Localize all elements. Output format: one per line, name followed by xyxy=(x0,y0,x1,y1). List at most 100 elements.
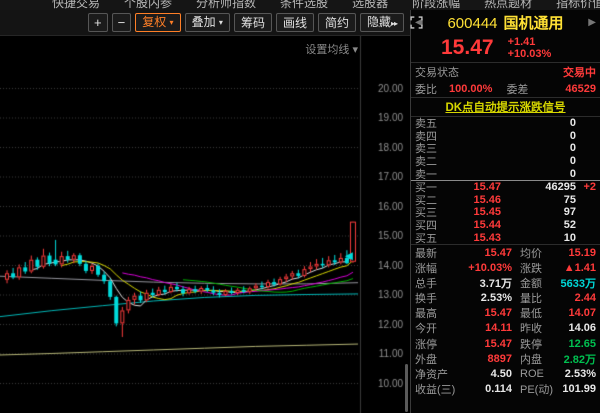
ma-settings-label: 设置均线 xyxy=(305,44,349,56)
menu-item[interactable]: 分析师指数 xyxy=(196,0,256,4)
stat-row: 涨幅+10.03%涨跌▲1.41 xyxy=(411,260,600,275)
chevron-down-icon: ▾ xyxy=(352,44,358,56)
buy3-volume: 97 xyxy=(501,206,576,218)
stat-label: 涨停 xyxy=(415,336,462,352)
trade-status-label: 交易状态 xyxy=(415,64,459,80)
last-price: 15.47 xyxy=(441,36,494,60)
stat-label: 最低 xyxy=(512,305,556,321)
stat-row: 净资产4.50ROE2.53% xyxy=(411,366,600,381)
sell4-volume: 0 xyxy=(501,130,576,142)
expand-icon xyxy=(410,16,423,29)
sell5-volume: 0 xyxy=(501,117,576,129)
buy3-price: 15.45 xyxy=(443,206,501,218)
chart-scrollbar[interactable] xyxy=(405,364,408,412)
stat-label: 收益(三) xyxy=(415,381,462,397)
stat-value: 2.44 xyxy=(556,292,596,304)
buy5-price: 15.43 xyxy=(443,232,501,244)
chart-region: + − 复权 ▾ 叠加 ▾ 筹码 画线 简约 隐藏▸▸ 设置均线 ▾ xyxy=(0,10,410,413)
ma-settings-dropdown[interactable]: 设置均线 ▾ xyxy=(305,41,358,57)
stat-value: 14.06 xyxy=(556,322,596,334)
chart-toolbar: + − 复权 ▾ 叠加 ▾ 筹码 画线 简约 隐藏▸▸ xyxy=(0,10,410,36)
stat-value: 15.47 xyxy=(462,338,512,350)
double-arrow-icon: ▸▸ xyxy=(391,19,397,28)
stat-row: 最新15.47均价15.19 xyxy=(411,245,600,260)
weicha-label: 委差 xyxy=(506,81,528,97)
stat-label: 量比 xyxy=(512,290,556,306)
stat-value: 2.53% xyxy=(462,292,512,304)
fuquan-dropdown-button[interactable]: 复权 ▾ xyxy=(135,13,180,32)
stat-label: 净资产 xyxy=(415,366,462,382)
yincang-label: 隐藏 xyxy=(367,15,391,29)
menu-item[interactable]: 个股内参 xyxy=(124,0,172,4)
sell4-price xyxy=(443,130,501,142)
zoom-out-button[interactable]: − xyxy=(112,13,132,32)
stat-value: 4.50 xyxy=(462,368,512,380)
stat-label: 内盘 xyxy=(512,351,556,367)
menu-item[interactable]: 指标价值 xyxy=(556,0,600,4)
buy1-price: 15.47 xyxy=(443,181,501,193)
stat-label: 最高 xyxy=(415,305,462,321)
menu-item[interactable]: 条件选股 xyxy=(280,0,328,4)
quote-panel: ◀ 600444国机通用 ▶ 15.47 +1.41 +10.03% 交易状态 … xyxy=(410,10,600,413)
jianyue-button[interactable]: 简约 xyxy=(318,13,356,32)
weibi-row: 委比 100.00% 委差 46529 xyxy=(411,80,600,97)
stock-name: 国机通用 xyxy=(504,15,564,32)
kline-chart[interactable] xyxy=(0,36,410,413)
stat-label: 最新 xyxy=(415,245,462,261)
diejia-dropdown-button[interactable]: 叠加 ▾ xyxy=(185,13,230,32)
stat-value: 3.71万 xyxy=(462,275,512,291)
stat-label: 涨跌 xyxy=(512,260,556,276)
stat-label: 今开 xyxy=(415,320,462,336)
stat-value: 14.11 xyxy=(462,322,512,334)
stats-block: 最新15.47均价15.19 涨幅+10.03%涨跌▲1.41 总手3.71万金… xyxy=(411,245,600,413)
menu-item[interactable]: 热点题材 xyxy=(484,0,532,4)
menu-item[interactable]: 阶段涨幅 xyxy=(412,0,460,4)
buy2-volume: 75 xyxy=(501,194,576,206)
huaxian-button[interactable]: 画线 xyxy=(276,13,314,32)
fuquan-label: 复权 xyxy=(142,15,166,29)
buy1-delta: +2 xyxy=(576,181,596,193)
stat-value: 0.114 xyxy=(462,383,512,395)
dk-signal-link[interactable]: DK点自动提示涨跌信号 xyxy=(445,99,565,115)
stat-value: 5633万 xyxy=(556,275,596,291)
chevron-down-icon: ▾ xyxy=(219,18,223,27)
stat-row: 外盘8897内盘2.82万 xyxy=(411,351,600,366)
price-change: +1.41 +10.03% xyxy=(508,36,552,60)
yincang-button[interactable]: 隐藏▸▸ xyxy=(360,13,404,32)
stat-label: 昨收 xyxy=(512,320,556,336)
buy5-volume: 10 xyxy=(501,232,576,244)
change-value: +1.41 xyxy=(508,36,536,48)
zoom-in-button[interactable]: + xyxy=(88,13,108,32)
stat-value: 15.47 xyxy=(462,307,512,319)
stat-value: 101.99 xyxy=(556,383,596,395)
stat-row: 总手3.71万金额5633万 xyxy=(411,275,600,290)
stat-label: 外盘 xyxy=(415,351,462,367)
buy4-volume: 52 xyxy=(501,219,576,231)
expand-fullscreen-button[interactable] xyxy=(410,15,423,31)
sell2-price xyxy=(443,155,501,167)
change-percent: +10.03% xyxy=(508,48,552,60)
stock-code: 600444 xyxy=(447,15,497,32)
stat-value: 8897 xyxy=(462,353,512,365)
trade-status-value: 交易中 xyxy=(563,64,596,80)
chouma-button[interactable]: 筹码 xyxy=(234,13,272,32)
stat-value: 15.19 xyxy=(556,247,596,259)
menu-item[interactable]: 快捷交易 xyxy=(52,0,100,4)
stat-label: 涨幅 xyxy=(415,260,462,276)
stat-label: 跌停 xyxy=(512,336,556,352)
stat-row: 今开14.11昨收14.06 xyxy=(411,320,600,335)
next-stock-arrow[interactable]: ▶ xyxy=(588,17,596,28)
stat-row: 换手2.53%量比2.44 xyxy=(411,290,600,305)
stat-label: 换手 xyxy=(415,290,462,306)
buy-row-5[interactable]: 买五15.4310 xyxy=(411,231,600,244)
stat-value: 12.65 xyxy=(556,338,596,350)
dk-signal-row: DK点自动提示涨跌信号 xyxy=(411,98,600,116)
stat-value: 2.53% xyxy=(556,368,596,380)
sell-row-1[interactable]: 卖一0 xyxy=(411,167,600,180)
stat-row: 收益(三)0.114PE(动)101.99 xyxy=(411,381,600,396)
stat-label: ROE xyxy=(512,368,556,380)
sell1-volume: 0 xyxy=(501,168,576,180)
menu-item[interactable]: 选股器 xyxy=(352,0,388,4)
buy4-price: 15.44 xyxy=(443,219,501,231)
sell5-price xyxy=(443,117,501,129)
